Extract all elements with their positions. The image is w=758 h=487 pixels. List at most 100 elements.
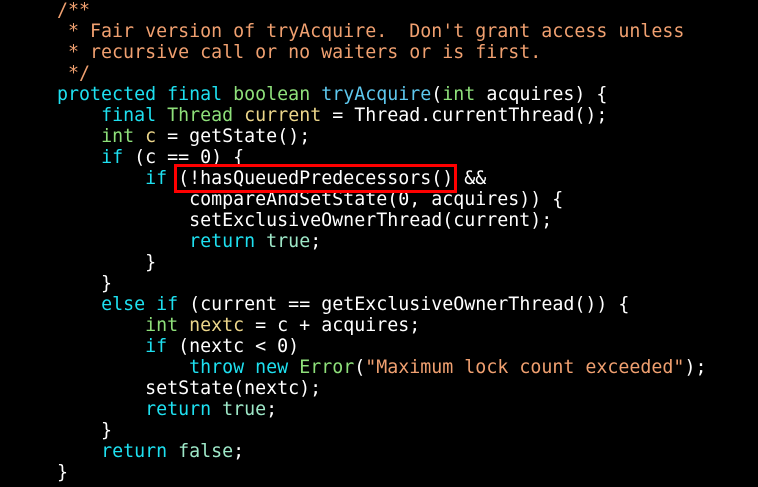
code-line: return true;	[13, 399, 706, 420]
code-token: }	[13, 273, 113, 294]
code-token: (current == getExclusiveOwnerThread()) {	[178, 294, 630, 315]
code-token: ;	[310, 231, 322, 252]
code-token: (c == 0) {	[123, 147, 245, 168]
code-token: = Thread.currentThread();	[321, 105, 608, 126]
code-line: if (nextc < 0)	[13, 336, 706, 357]
code-line: if (!hasQueuedPredecessors() &&	[13, 164, 706, 193]
code-token: acquires) {	[475, 84, 608, 105]
code-line: setExclusiveOwnerThread(current);	[13, 210, 706, 231]
code-token: int	[145, 315, 179, 336]
code-token: if	[101, 147, 124, 168]
code-token: int	[101, 126, 135, 147]
code-token: = c + acquires;	[244, 315, 421, 336]
code-line: * Fair version of tryAcquire. Don't gran…	[13, 21, 706, 42]
code-token: new	[255, 357, 289, 378]
code-token: final	[167, 84, 223, 105]
code-token: if	[145, 168, 168, 189]
code-token: (	[431, 84, 443, 105]
code-line: compareAndSetState(0, acquires)) {	[13, 189, 706, 210]
highlighted-call: (!hasQueuedPredecessors()	[174, 164, 458, 193]
code-line: return false;	[13, 441, 706, 462]
code-line: protected final boolean tryAcquire(int a…	[13, 84, 706, 105]
code-token: Error	[299, 357, 355, 378]
code-token: }	[13, 462, 69, 483]
code-token: boolean	[233, 84, 311, 105]
code-line: if (c == 0) {	[13, 147, 706, 168]
code-line: }	[13, 252, 706, 273]
code-token: if	[145, 336, 168, 357]
code-token: false	[178, 441, 234, 462]
code-token: return	[101, 441, 168, 462]
code-token: /**	[13, 0, 91, 21]
code-token: else	[101, 294, 146, 315]
code-token: current	[244, 105, 322, 126]
code-token: true	[266, 231, 311, 252]
code-line: }	[13, 420, 706, 441]
code-line: }	[13, 462, 706, 483]
code-line: throw new Error("Maximum lock count exce…	[13, 357, 706, 378]
code-token: tryAcquire	[321, 84, 432, 105]
code-token: Thread	[167, 105, 234, 126]
code-line: return true;	[13, 231, 706, 252]
code-line: int c = getState();	[13, 126, 706, 147]
code-line: final Thread current = Thread.currentThr…	[13, 105, 706, 126]
code-token: nextc	[189, 315, 245, 336]
code-token: (nextc < 0)	[167, 336, 300, 357]
code-line: setState(nextc);	[13, 378, 706, 399]
code-token: protected	[57, 84, 157, 105]
code-token: c	[145, 126, 157, 147]
code-token: &&	[453, 168, 487, 189]
code-token: }	[13, 252, 157, 273]
code-token: compareAndSetState(0, acquires)) {	[13, 189, 564, 210]
code-token: true	[222, 399, 267, 420]
code-token: return	[145, 399, 212, 420]
code-token: final	[101, 105, 157, 126]
code-line: else if (current == getExclusiveOwnerThr…	[13, 294, 706, 315]
code-token: }	[13, 420, 113, 441]
code-token: "Maximum lock count exceeded"	[365, 357, 685, 378]
code-token: );	[684, 357, 707, 378]
code-line: int nextc = c + acquires;	[13, 315, 706, 336]
code-token: int	[442, 84, 476, 105]
code-token: = getState();	[156, 126, 311, 147]
code-line: */	[13, 63, 706, 84]
code-editor[interactable]: /** * Fair version of tryAcquire. Don't …	[13, 0, 706, 483]
code-line: /**	[13, 0, 706, 21]
code-token: if	[156, 294, 179, 315]
code-token: ;	[266, 399, 278, 420]
code-token: setExclusiveOwnerThread(current);	[13, 210, 553, 231]
code-token: ;	[233, 441, 245, 462]
code-token: (	[354, 357, 366, 378]
code-line: * recursive call or no waiters or is fir…	[13, 42, 706, 63]
code-line: }	[13, 273, 706, 294]
code-token: return	[189, 231, 256, 252]
code-token: * recursive call or no waiters or is fir…	[13, 42, 542, 63]
code-token: * Fair version of tryAcquire. Don't gran…	[13, 21, 685, 42]
